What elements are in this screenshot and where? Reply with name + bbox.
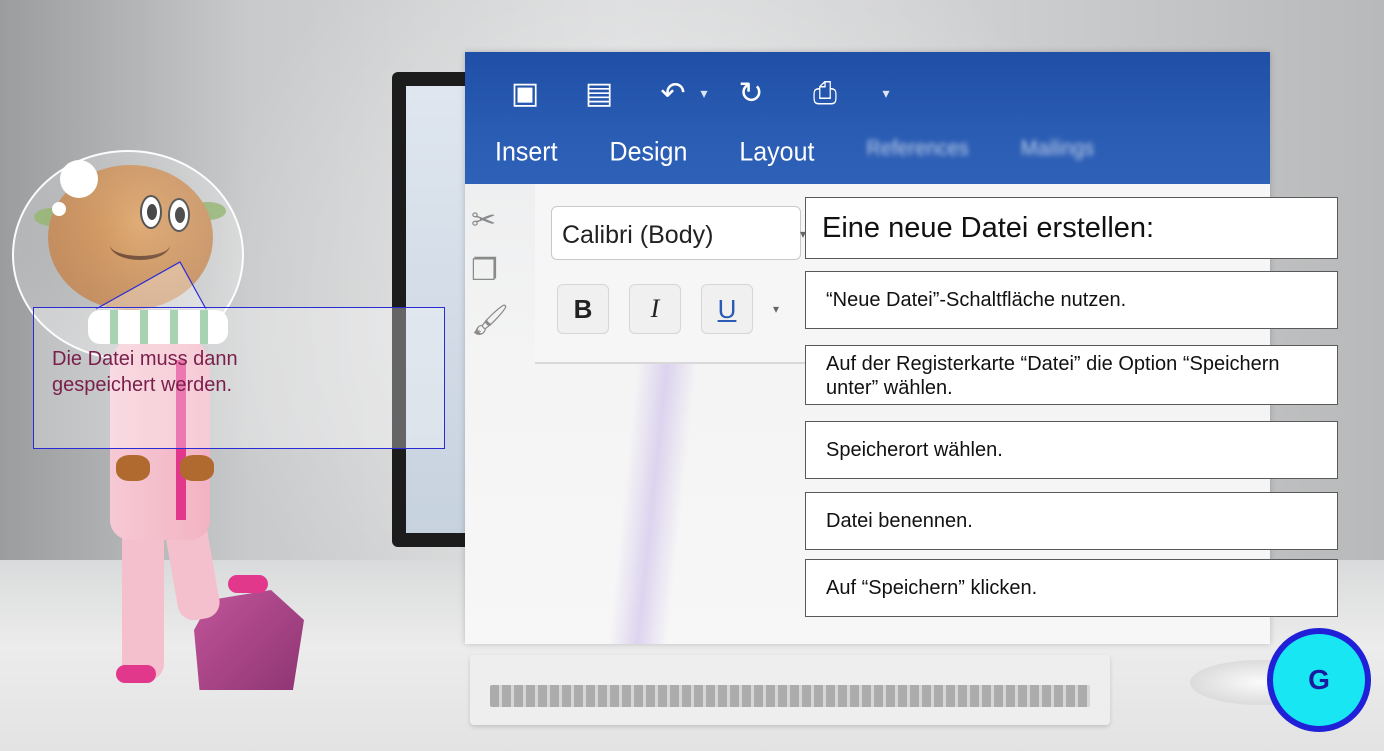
character-hand (116, 455, 150, 481)
sidebar-icon: ▣ (510, 76, 540, 111)
cut-icon: ✂ (471, 203, 497, 238)
keyboard-image (470, 655, 1110, 725)
quick-access-toolbar: ▣ ▤ ↶ ▾ ↻ ⎙ ▾ (505, 74, 913, 114)
g-badge-button[interactable]: G (1267, 628, 1371, 732)
underline-button: U (701, 284, 753, 334)
step-item[interactable]: Auf “Speichern” klicken. (805, 559, 1338, 617)
undo-icon: ↶ (660, 76, 686, 111)
format-painter-icon: 🖌 (471, 303, 510, 338)
helmet-reflection (60, 160, 98, 198)
step-item[interactable]: Auf der Registerkarte “Datei” die Option… (805, 345, 1338, 405)
helmet-reflection (52, 202, 66, 216)
ribbon: ▣ ▤ ↶ ▾ ↻ ⎙ ▾ Insert Design Layout Refer… (465, 52, 1270, 184)
italic-button: I (629, 284, 681, 334)
tab-layout: Layout (739, 136, 815, 168)
bold-button: B (557, 284, 609, 334)
chevron-down-icon: ▾ (773, 302, 780, 316)
panel-title: Eine neue Datei erstellen: (805, 197, 1338, 259)
copy-icon: ❐ (471, 253, 498, 288)
ribbon-tabs: Insert Design Layout References Mailings (495, 136, 1146, 168)
font-name: Calibri (Body) (562, 221, 714, 249)
print-icon: ⎙ (813, 76, 837, 111)
font-name-field: Calibri (Body) ▾ (551, 206, 806, 260)
save-icon: ▤ (584, 76, 614, 111)
step-item[interactable]: Datei benennen. (805, 492, 1338, 550)
speech-pointer (95, 261, 207, 310)
clipboard-tools: ✂ ❐ 🖌 (471, 196, 509, 346)
step-item[interactable]: Speicherort wählen. (805, 421, 1338, 479)
character-foot (116, 665, 156, 683)
speech-text: Die Datei muss dann gespeichert werden. (52, 348, 238, 396)
character-foot (228, 575, 268, 593)
customize-icon: ▾ (882, 86, 890, 102)
step-item[interactable]: “Neue Datei”-Schaltfläche nutzen. (805, 271, 1338, 329)
character-hand (180, 455, 214, 481)
dropdown-icon: ▾ (700, 86, 708, 102)
tab-design: Design (609, 136, 688, 168)
tab-insert: Insert (495, 136, 558, 168)
light-streak (592, 364, 698, 644)
speech-box: Die Datei muss dann gespeichert werden. (33, 307, 445, 449)
slide: ▣ ▤ ↶ ▾ ↻ ⎙ ▾ Insert Design Layout Refer… (0, 0, 1384, 751)
redo-icon: ↻ (738, 76, 764, 111)
tab-references: References (866, 136, 969, 161)
tab-mailings: Mailings (1020, 136, 1095, 161)
character-leg (122, 520, 164, 680)
format-buttons: B I U ▾ (557, 284, 787, 334)
